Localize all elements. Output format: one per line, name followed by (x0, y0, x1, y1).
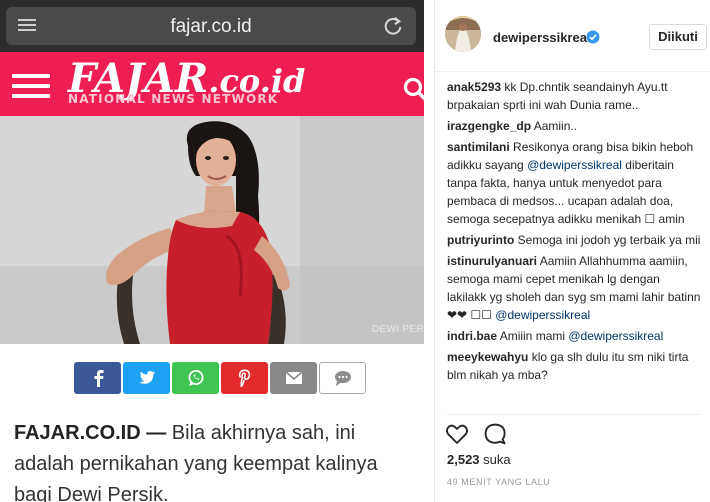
comment-icon[interactable] (483, 422, 507, 446)
instagram-post-panel: dewiperssikreal Diikuti anak5293 kk Dp.c… (434, 0, 710, 502)
like-count[interactable]: 2,523 suka (447, 452, 511, 467)
twitter-share-button[interactable] (123, 362, 170, 394)
comment: meeykewahyu klo ga slh dulu itu sm niki … (447, 348, 701, 384)
comment-username[interactable]: irazgengke_dp (447, 119, 531, 133)
comment-text: Amiiin mami (497, 329, 569, 343)
comment-username[interactable]: santimilani (447, 140, 510, 154)
twitter-icon (138, 371, 155, 384)
like-label: suka (479, 452, 511, 467)
comment-icon (334, 371, 351, 386)
facebook-share-button[interactable] (74, 362, 121, 394)
comment-username[interactable]: istinurulyanuari (447, 254, 537, 268)
logo-tagline: NATIONAL NEWS NETWORK (68, 92, 279, 106)
post-header: dewiperssikreal Diikuti (435, 0, 710, 72)
address-bar[interactable]: fajar.co.id (6, 7, 416, 45)
comment-username[interactable]: indri.bae (447, 329, 497, 343)
comment-mention-link[interactable]: @dewiperssikreal (495, 308, 590, 322)
avatar[interactable] (445, 16, 481, 52)
comment: anak5293 kk Dp.chntik seandainyh Ayu.tt … (447, 78, 701, 114)
avatar-image (445, 16, 481, 52)
reload-icon[interactable] (382, 15, 404, 37)
comment-list: anak5293 kk Dp.chntik seandainyh Ayu.tt … (447, 78, 701, 387)
url-text[interactable]: fajar.co.id (6, 16, 416, 38)
share-bar (74, 362, 374, 394)
comment-text: Aamiin.. (531, 119, 578, 133)
divider (447, 414, 701, 415)
article-lead: FAJAR.CO.ID — Bila akhirnya sah, ini ada… (14, 418, 414, 502)
heart-icon[interactable] (445, 422, 469, 446)
browser-toolbar: fajar.co.id (0, 0, 424, 52)
hamburger-icon[interactable] (12, 74, 50, 98)
photo-credit: DEWI PER (372, 324, 424, 335)
facebook-icon (94, 370, 103, 387)
comment-share-button[interactable] (319, 362, 366, 394)
comment-mention-link[interactable]: @dewiperssikreal (527, 158, 622, 172)
news-screenshot: fajar.co.id FAJAR.co.id NATIONAL NEWS NE… (0, 0, 424, 502)
comment-mention-link[interactable]: @dewiperssikreal (568, 329, 663, 343)
post-timestamp[interactable]: 49 MENIT YANG LALU (447, 477, 550, 487)
woman-portrait-image (0, 116, 424, 344)
whatsapp-icon (188, 370, 203, 386)
article-photo: DEWI PER (0, 116, 424, 344)
comment-username[interactable]: meeykewahyu (447, 350, 528, 364)
pinterest-icon (238, 369, 250, 387)
comment-text: Semoga ini jodoh yg terbaik ya mii (514, 233, 701, 247)
post-actions (445, 422, 545, 446)
comment: santimilani Resikonya orang bisa bikin h… (447, 138, 701, 228)
verified-badge-icon (586, 30, 600, 44)
site-header: FAJAR.co.id NATIONAL NEWS NETWORK (0, 52, 424, 116)
search-icon[interactable] (402, 76, 424, 102)
site-logo[interactable]: FAJAR.co.id NATIONAL NEWS NETWORK (68, 56, 368, 112)
pinterest-share-button[interactable] (221, 362, 268, 394)
post-username[interactable]: dewiperssikreal (493, 30, 591, 45)
email-icon (284, 371, 303, 384)
comment: istinurulyanuari Aamiin Allahhumma aamii… (447, 252, 701, 324)
comment: indri.bae Amiiin mami @dewiperssikreal (447, 327, 701, 345)
comment: putriyurinto Semoga ini jodoh yg terbaik… (447, 231, 701, 249)
email-share-button[interactable] (270, 362, 317, 394)
whatsapp-share-button[interactable] (172, 362, 219, 394)
comment-username[interactable]: anak5293 (447, 80, 501, 94)
comment-username[interactable]: putriyurinto (447, 233, 514, 247)
article-dateline: FAJAR.CO.ID — (14, 422, 167, 444)
following-button[interactable]: Diikuti (649, 24, 707, 50)
comment: irazgengke_dp Aamiin.. (447, 117, 701, 135)
like-number: 2,523 (447, 452, 480, 467)
